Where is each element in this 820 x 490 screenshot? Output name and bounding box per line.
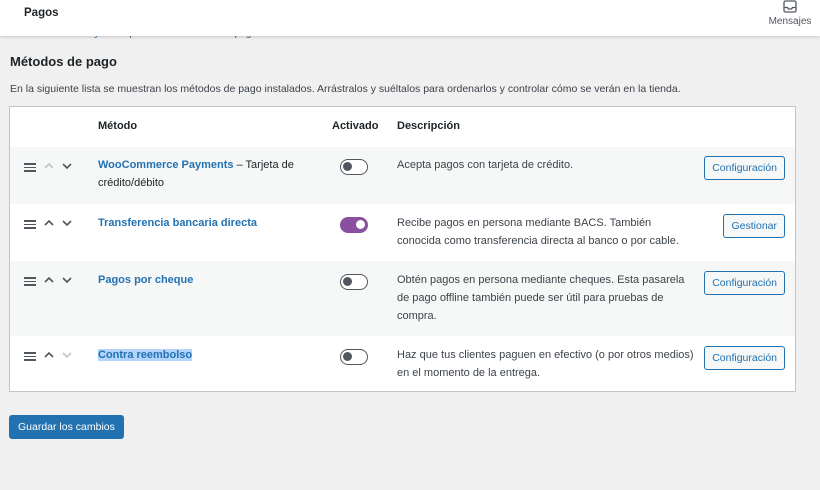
table-row: WooCommerce Payments – Tarjeta de crédit… [10,147,795,204]
method-description: Recibe pagos en persona mediante BACS. T… [397,217,679,247]
page-description: En la siguiente lista se muestran los mé… [10,83,681,95]
method-description: Obtén pagos en persona mediante cheques.… [397,274,685,322]
drag-handle-icon[interactable] [24,352,36,363]
page-title: Métodos de pago [10,54,117,69]
chevron-down-icon [62,352,72,359]
method-link[interactable]: WooCommerce Payments [98,159,234,171]
move-down-button[interactable] [61,349,73,361]
table-header: Método Activado Descripción [10,107,795,147]
configure-button[interactable]: Configuración [704,156,785,180]
chevron-down-icon [62,220,72,227]
chevron-up-icon [44,219,54,226]
table-row: Contra reembolso Haz que tus clientes pa… [10,336,795,393]
chevron-up-icon [44,162,54,169]
enabled-toggle[interactable] [340,274,368,290]
inbox-icon [783,0,797,13]
drag-handle-icon[interactable] [24,163,36,174]
method-link[interactable]: Pagos por cheque [98,274,193,286]
move-up-button[interactable] [43,217,55,229]
manage-button[interactable]: Gestionar [723,214,785,238]
move-up-button[interactable] [43,160,55,172]
column-header-description: Descripción [397,120,460,132]
method-cell: Pagos por cheque [98,271,308,289]
move-up-button[interactable] [43,349,55,361]
table-row: Transferencia bancaria directa Recibe pa… [10,204,795,261]
method-link[interactable]: Transferencia bancaria directa [98,217,257,229]
method-cell: Transferencia bancaria directa [98,214,308,232]
chevron-up-icon [44,351,54,358]
method-cell: Contra reembolso [98,346,308,364]
drag-handle-icon[interactable] [24,220,36,231]
messages-button[interactable]: Mensajes [767,0,813,27]
enabled-toggle[interactable] [340,349,368,365]
toggle-knob [343,352,352,361]
toggle-knob [343,277,352,286]
enabled-toggle[interactable] [340,159,368,175]
configure-button[interactable]: Configuración [704,271,785,295]
method-description: Haz que tus clientes paguen en efectivo … [397,349,694,379]
enabled-toggle[interactable] [340,217,368,233]
page-header-title: Pagos [24,7,59,19]
column-header-method: Método [98,120,138,132]
table-row: Pagos por cheque Obtén pagos en persona … [10,261,795,336]
messages-label: Mensajes [768,16,812,27]
move-down-button[interactable] [61,160,73,172]
chevron-down-icon [62,163,72,170]
configure-button[interactable]: Configuración [704,346,785,370]
move-up-button[interactable] [43,274,55,286]
toggle-knob [343,162,352,171]
toggle-knob [356,220,365,229]
method-cell: WooCommerce Payments – Tarjeta de crédit… [98,156,308,192]
method-description: Acepta pagos con tarjeta de crédito. [397,159,574,171]
drag-handle-icon[interactable] [24,277,36,288]
chevron-up-icon [44,276,54,283]
save-changes-button[interactable]: Guardar los cambios [9,415,124,439]
column-header-enabled: Activado [332,120,379,132]
top-bar: Pagos Mensajes [0,0,820,36]
move-down-button[interactable] [61,217,73,229]
payment-methods-table: Método Activado Descripción WooCommerce … [9,106,796,392]
move-down-button[interactable] [61,274,73,286]
chevron-down-icon [62,277,72,284]
method-link[interactable]: Contra reembolso [98,349,193,361]
